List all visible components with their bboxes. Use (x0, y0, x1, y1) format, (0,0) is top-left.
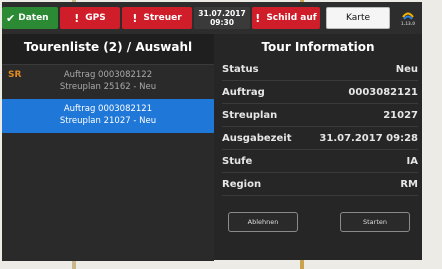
logo-icon (402, 12, 414, 20)
date-time-display: 31.07.2017 09:30 (194, 7, 250, 29)
list-item-selected[interactable]: Auftrag 0003082121 Streuplan 21027 - Neu (2, 99, 214, 133)
tour-info-title: Tour Information (261, 40, 375, 54)
streuer-label: Streuer (143, 13, 182, 23)
info-row-status: Status Neu (222, 58, 418, 81)
checkmark-icon: ✔ (6, 11, 16, 25)
top-status-bar: ✔ Daten ! GPS ! Streuer 31.07.2017 09:30… (2, 2, 422, 34)
time-text: 09:30 (210, 18, 234, 27)
daten-status-button[interactable]: ✔ Daten (2, 7, 58, 29)
item-line1: Auftrag 0003082121 (63, 104, 153, 114)
tour-badge: SR (8, 70, 22, 80)
schild-status-button[interactable]: ! Schild auf (252, 7, 320, 29)
logo-version: 1.13.0 (400, 20, 416, 26)
karte-button[interactable]: Karte (326, 7, 390, 29)
ablehnen-button[interactable]: Ablehnen (228, 212, 298, 232)
info-label: Ausgabezeit (222, 132, 292, 144)
tour-list[interactable]: SR Auftrag 0003082122 Streuplan 25162 - … (2, 64, 214, 261)
info-row-streuplan: Streuplan 21027 (222, 104, 418, 127)
info-value: IA (406, 155, 418, 167)
info-row-ausgabezeit: Ausgabezeit 31.07.2017 09:28 (222, 127, 418, 150)
info-row-auftrag: Auftrag 0003082121 (222, 81, 418, 104)
tour-list-panel: Tourenliste (2) / Auswahl SR Auftrag 000… (2, 34, 214, 261)
info-label: Region (222, 178, 262, 190)
info-value: 31.07.2017 09:28 (319, 132, 418, 144)
list-item[interactable]: SR Auftrag 0003082122 Streuplan 25162 - … (2, 65, 214, 99)
starten-button[interactable]: Starten (340, 212, 410, 232)
tour-information-panel: Tour Information Status Neu Auftrag 0003… (214, 34, 422, 260)
daten-label: Daten (18, 13, 49, 23)
item-line2: Streuplan 21027 - Neu (59, 116, 157, 126)
app-logo[interactable]: 1.13.0 (396, 7, 420, 29)
warning-icon: ! (74, 11, 80, 25)
info-row-region: Region RM (222, 173, 418, 196)
streuer-status-button[interactable]: ! Streuer (122, 7, 192, 29)
item-line2: Streuplan 25162 - Neu (59, 82, 157, 92)
info-row-stufe: Stufe IA (222, 150, 418, 173)
info-label: Auftrag (222, 86, 265, 98)
warning-icon: ! (132, 11, 138, 25)
info-value: Neu (395, 63, 418, 75)
warning-icon: ! (255, 11, 261, 25)
info-value: 21027 (383, 109, 418, 121)
info-label: Streuplan (222, 109, 278, 121)
app-window: ✔ Daten ! GPS ! Streuer 31.07.2017 09:30… (2, 2, 422, 261)
date-text: 31.07.2017 (198, 9, 246, 18)
item-line1: Auftrag 0003082122 (63, 70, 153, 80)
gps-status-button[interactable]: ! GPS (60, 7, 120, 29)
gps-label: GPS (85, 13, 106, 23)
info-label: Status (222, 63, 259, 75)
info-value: RM (400, 178, 418, 190)
karte-label: Karte (345, 13, 371, 23)
info-label: Stufe (222, 155, 253, 167)
schild-label: Schild auf (266, 13, 317, 23)
info-value: 0003082121 (348, 86, 418, 98)
tour-list-title: Tourenliste (2) / Auswahl (23, 40, 193, 54)
